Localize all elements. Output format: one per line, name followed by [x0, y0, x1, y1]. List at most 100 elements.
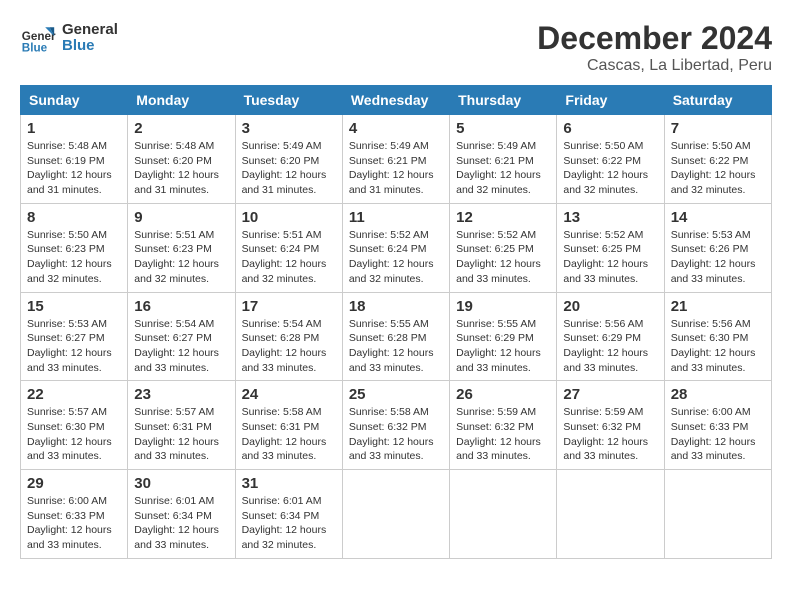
- day-detail: Sunrise: 5:48 AMSunset: 6:19 PMDaylight:…: [27, 139, 121, 198]
- calendar-cell: 26Sunrise: 5:59 AMSunset: 6:32 PMDayligh…: [450, 381, 557, 470]
- day-detail: Sunrise: 5:57 AMSunset: 6:30 PMDaylight:…: [27, 405, 121, 464]
- day-detail: Sunrise: 6:01 AMSunset: 6:34 PMDaylight:…: [242, 494, 336, 553]
- day-detail: Sunrise: 6:00 AMSunset: 6:33 PMDaylight:…: [27, 494, 121, 553]
- day-number: 19: [456, 298, 550, 315]
- day-number: 7: [671, 120, 765, 137]
- day-detail: Sunrise: 5:53 AMSunset: 6:26 PMDaylight:…: [671, 228, 765, 287]
- calendar-cell: 10 Sunrise: 5:51 AMSunset: 6:24 PMDayligh…: [235, 203, 342, 292]
- week-row-3: 15 Sunrise: 5:53 AMSunset: 6:27 PMDayligh…: [21, 292, 772, 381]
- calendar-cell: 7 Sunrise: 5:50 AMSunset: 6:22 PMDaylight…: [664, 115, 771, 204]
- day-detail: Sunrise: 6:00 AMSunset: 6:33 PMDaylight:…: [671, 405, 765, 464]
- day-detail: Sunrise: 5:59 AMSunset: 6:32 PMDaylight:…: [563, 405, 657, 464]
- day-number: 28: [671, 386, 765, 403]
- calendar-cell: 8Sunrise: 5:50 AMSunset: 6:23 PMDaylight…: [21, 203, 128, 292]
- header-wednesday: Wednesday: [342, 86, 449, 115]
- day-number: 24: [242, 386, 336, 403]
- day-detail: Sunrise: 5:52 AMSunset: 6:24 PMDaylight:…: [349, 228, 443, 287]
- header: General Blue General Blue December 2024 …: [20, 20, 772, 75]
- logo-icon: General Blue: [20, 20, 56, 56]
- calendar-cell: 4Sunrise: 5:49 AMSunset: 6:21 PMDaylight…: [342, 115, 449, 204]
- day-number: 15: [27, 298, 121, 315]
- day-detail: Sunrise: 5:56 AMSunset: 6:29 PMDaylight:…: [563, 317, 657, 376]
- calendar-cell: 6 Sunrise: 5:50 AMSunset: 6:22 PMDaylight…: [557, 115, 664, 204]
- calendar-cell: 15 Sunrise: 5:53 AMSunset: 6:27 PMDayligh…: [21, 292, 128, 381]
- day-number: 31: [242, 475, 336, 492]
- day-detail: Sunrise: 5:50 AMSunset: 6:22 PMDaylight:…: [671, 139, 765, 198]
- calendar-cell: 14 Sunrise: 5:53 AMSunset: 6:26 PMDayligh…: [664, 203, 771, 292]
- day-detail: Sunrise: 5:57 AMSunset: 6:31 PMDaylight:…: [134, 405, 228, 464]
- day-detail: Sunrise: 5:52 AMSunset: 6:25 PMDaylight:…: [456, 228, 550, 287]
- day-number: 22: [27, 386, 121, 403]
- day-number: 26: [456, 386, 550, 403]
- day-number: 14: [671, 209, 765, 226]
- week-row-1: 1 Sunrise: 5:48 AMSunset: 6:19 PMDaylight…: [21, 115, 772, 204]
- day-number: 10: [242, 209, 336, 226]
- day-detail: Sunrise: 5:51 AMSunset: 6:24 PMDaylight:…: [242, 228, 336, 287]
- calendar-table: SundayMondayTuesdayWednesdayThursdayFrid…: [20, 85, 772, 559]
- calendar-cell: [450, 470, 557, 559]
- logo-text-line1: General: [62, 22, 118, 39]
- calendar-subtitle: Cascas, La Libertad, Peru: [537, 57, 772, 75]
- header-tuesday: Tuesday: [235, 86, 342, 115]
- calendar-cell: 13 Sunrise: 5:52 AMSunset: 6:25 PMDayligh…: [557, 203, 664, 292]
- day-number: 9: [134, 209, 228, 226]
- calendar-cell: 11Sunrise: 5:52 AMSunset: 6:24 PMDayligh…: [342, 203, 449, 292]
- day-detail: Sunrise: 5:53 AMSunset: 6:27 PMDaylight:…: [27, 317, 121, 376]
- calendar-cell: 28 Sunrise: 6:00 AMSunset: 6:33 PMDayligh…: [664, 381, 771, 470]
- day-number: 23: [134, 386, 228, 403]
- day-detail: Sunrise: 5:48 AMSunset: 6:20 PMDaylight:…: [134, 139, 228, 198]
- day-detail: Sunrise: 5:54 AMSunset: 6:28 PMDaylight:…: [242, 317, 336, 376]
- day-number: 21: [671, 298, 765, 315]
- day-number: 18: [349, 298, 443, 315]
- logo-text-line2: Blue: [62, 38, 118, 55]
- day-number: 6: [563, 120, 657, 137]
- calendar-cell: 31 Sunrise: 6:01 AMSunset: 6:34 PMDayligh…: [235, 470, 342, 559]
- day-number: 3: [242, 120, 336, 137]
- calendar-cell: 29 Sunrise: 6:00 AMSunset: 6:33 PMDayligh…: [21, 470, 128, 559]
- calendar-cell: 9 Sunrise: 5:51 AMSunset: 6:23 PMDaylight…: [128, 203, 235, 292]
- day-number: 27: [563, 386, 657, 403]
- day-number: 5: [456, 120, 550, 137]
- day-detail: Sunrise: 5:54 AMSunset: 6:27 PMDaylight:…: [134, 317, 228, 376]
- week-row-4: 22 Sunrise: 5:57 AMSunset: 6:30 PMDayligh…: [21, 381, 772, 470]
- title-area: December 2024 Cascas, La Libertad, Peru: [537, 20, 772, 75]
- day-number: 20: [563, 298, 657, 315]
- day-detail: Sunrise: 5:51 AMSunset: 6:23 PMDaylight:…: [134, 228, 228, 287]
- day-number: 4: [349, 120, 443, 137]
- calendar-title: December 2024: [537, 20, 772, 57]
- calendar-cell: 19 Sunrise: 5:55 AMSunset: 6:29 PMDayligh…: [450, 292, 557, 381]
- day-detail: Sunrise: 5:56 AMSunset: 6:30 PMDaylight:…: [671, 317, 765, 376]
- calendar-cell: 5 Sunrise: 5:49 AMSunset: 6:21 PMDaylight…: [450, 115, 557, 204]
- calendar-cell: 12 Sunrise: 5:52 AMSunset: 6:25 PMDayligh…: [450, 203, 557, 292]
- calendar-cell: [342, 470, 449, 559]
- day-number: 30: [134, 475, 228, 492]
- day-detail: Sunrise: 5:49 AMSunset: 6:21 PMDaylight:…: [456, 139, 550, 198]
- day-detail: Sunrise: 5:58 AMSunset: 6:32 PMDaylight:…: [349, 405, 443, 464]
- day-detail: Sunrise: 5:55 AMSunset: 6:28 PMDaylight:…: [349, 317, 443, 376]
- header-thursday: Thursday: [450, 86, 557, 115]
- svg-text:Blue: Blue: [22, 42, 48, 55]
- day-number: 13: [563, 209, 657, 226]
- day-number: 25: [349, 386, 443, 403]
- header-sunday: Sunday: [21, 86, 128, 115]
- logo: General Blue General Blue: [20, 20, 118, 56]
- calendar-cell: 3Sunrise: 5:49 AMSunset: 6:20 PMDaylight…: [235, 115, 342, 204]
- header-monday: Monday: [128, 86, 235, 115]
- day-detail: Sunrise: 5:55 AMSunset: 6:29 PMDaylight:…: [456, 317, 550, 376]
- day-detail: Sunrise: 5:50 AMSunset: 6:22 PMDaylight:…: [563, 139, 657, 198]
- calendar-cell: 2Sunrise: 5:48 AMSunset: 6:20 PMDaylight…: [128, 115, 235, 204]
- calendar-cell: 1 Sunrise: 5:48 AMSunset: 6:19 PMDaylight…: [21, 115, 128, 204]
- calendar-cell: 24 Sunrise: 5:58 AMSunset: 6:31 PMDayligh…: [235, 381, 342, 470]
- day-number: 29: [27, 475, 121, 492]
- day-detail: Sunrise: 5:52 AMSunset: 6:25 PMDaylight:…: [563, 228, 657, 287]
- day-number: 1: [27, 120, 121, 137]
- calendar-cell: 25 Sunrise: 5:58 AMSunset: 6:32 PMDayligh…: [342, 381, 449, 470]
- calendar-cell: 17Sunrise: 5:54 AMSunset: 6:28 PMDayligh…: [235, 292, 342, 381]
- week-row-2: 8Sunrise: 5:50 AMSunset: 6:23 PMDaylight…: [21, 203, 772, 292]
- day-number: 12: [456, 209, 550, 226]
- header-saturday: Saturday: [664, 86, 771, 115]
- day-number: 8: [27, 209, 121, 226]
- day-detail: Sunrise: 5:58 AMSunset: 6:31 PMDaylight:…: [242, 405, 336, 464]
- calendar-cell: 23 Sunrise: 5:57 AMSunset: 6:31 PMDayligh…: [128, 381, 235, 470]
- calendar-cell: [557, 470, 664, 559]
